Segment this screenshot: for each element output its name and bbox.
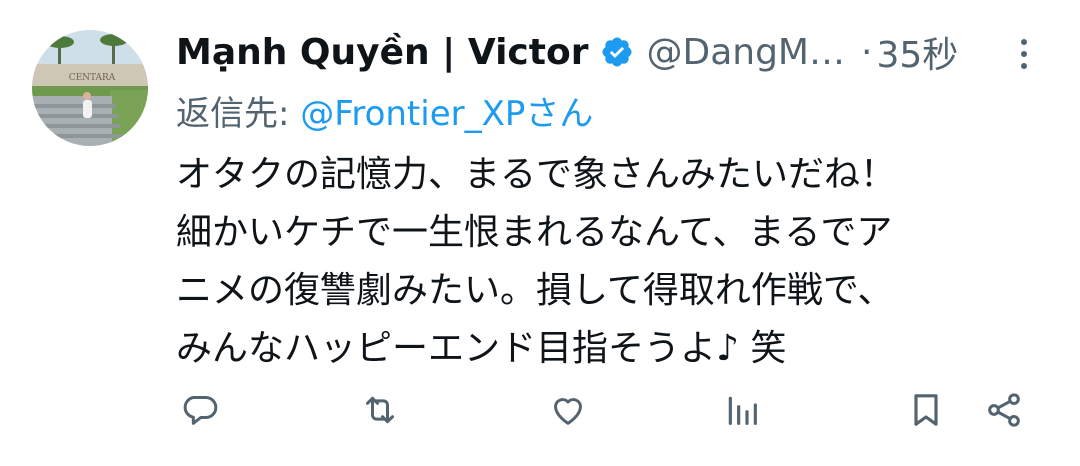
tweet-header: Mạnh Quyền | Victor @DangM… · 35秒 [176,26,958,78]
like-icon [554,398,582,425]
separator-dot: · [861,31,873,73]
action-bar [0,388,1080,444]
tweet-text: オタクの記憶力、まるで象さんみたいだね！ 細かいケチで一生恨まれるなんて、まるで… [176,146,1046,378]
tweet-text-line: 細かいケチで一生恨まれるなんて、まるでア [176,212,893,253]
tweet-text-line: ニメの復讐劇みたい。損して得取れ作戦で、 [176,270,894,311]
retweet-button[interactable] [358,388,402,432]
reply-to-prefix: 返信先: [176,94,301,134]
reply-icon [183,396,218,425]
avatar-image: CENTARA [32,30,148,146]
reply-button[interactable] [178,388,222,432]
views-button[interactable] [720,388,764,432]
tweet-text-line: オタクの記憶力、まるで象さんみたいだね！ [176,154,897,195]
retweet-icon [366,396,394,424]
share-icon [988,393,1020,427]
more-options-icon[interactable] [1010,36,1038,72]
avatar[interactable]: CENTARA [32,30,148,146]
tweet-text-line: みんなハッピーエンド目指そうよ♪ 笑 [176,328,787,369]
bookmark-icon [914,394,938,426]
display-name[interactable]: Mạnh Quyền | Victor [176,32,588,73]
user-handle[interactable]: @DangM… [646,32,845,73]
timestamp[interactable]: 35秒 [876,26,958,78]
verified-badge-icon [600,35,634,69]
like-button[interactable] [546,388,590,432]
bookmark-button[interactable] [904,388,948,432]
svg-text:CENTARA: CENTARA [69,73,116,83]
reply-to-mention[interactable]: @Frontier_XPさん [300,94,593,134]
reply-to-line: 返信先: @Frontier_XPさん [176,86,593,135]
share-button[interactable] [982,388,1026,432]
views-icon [728,396,757,425]
